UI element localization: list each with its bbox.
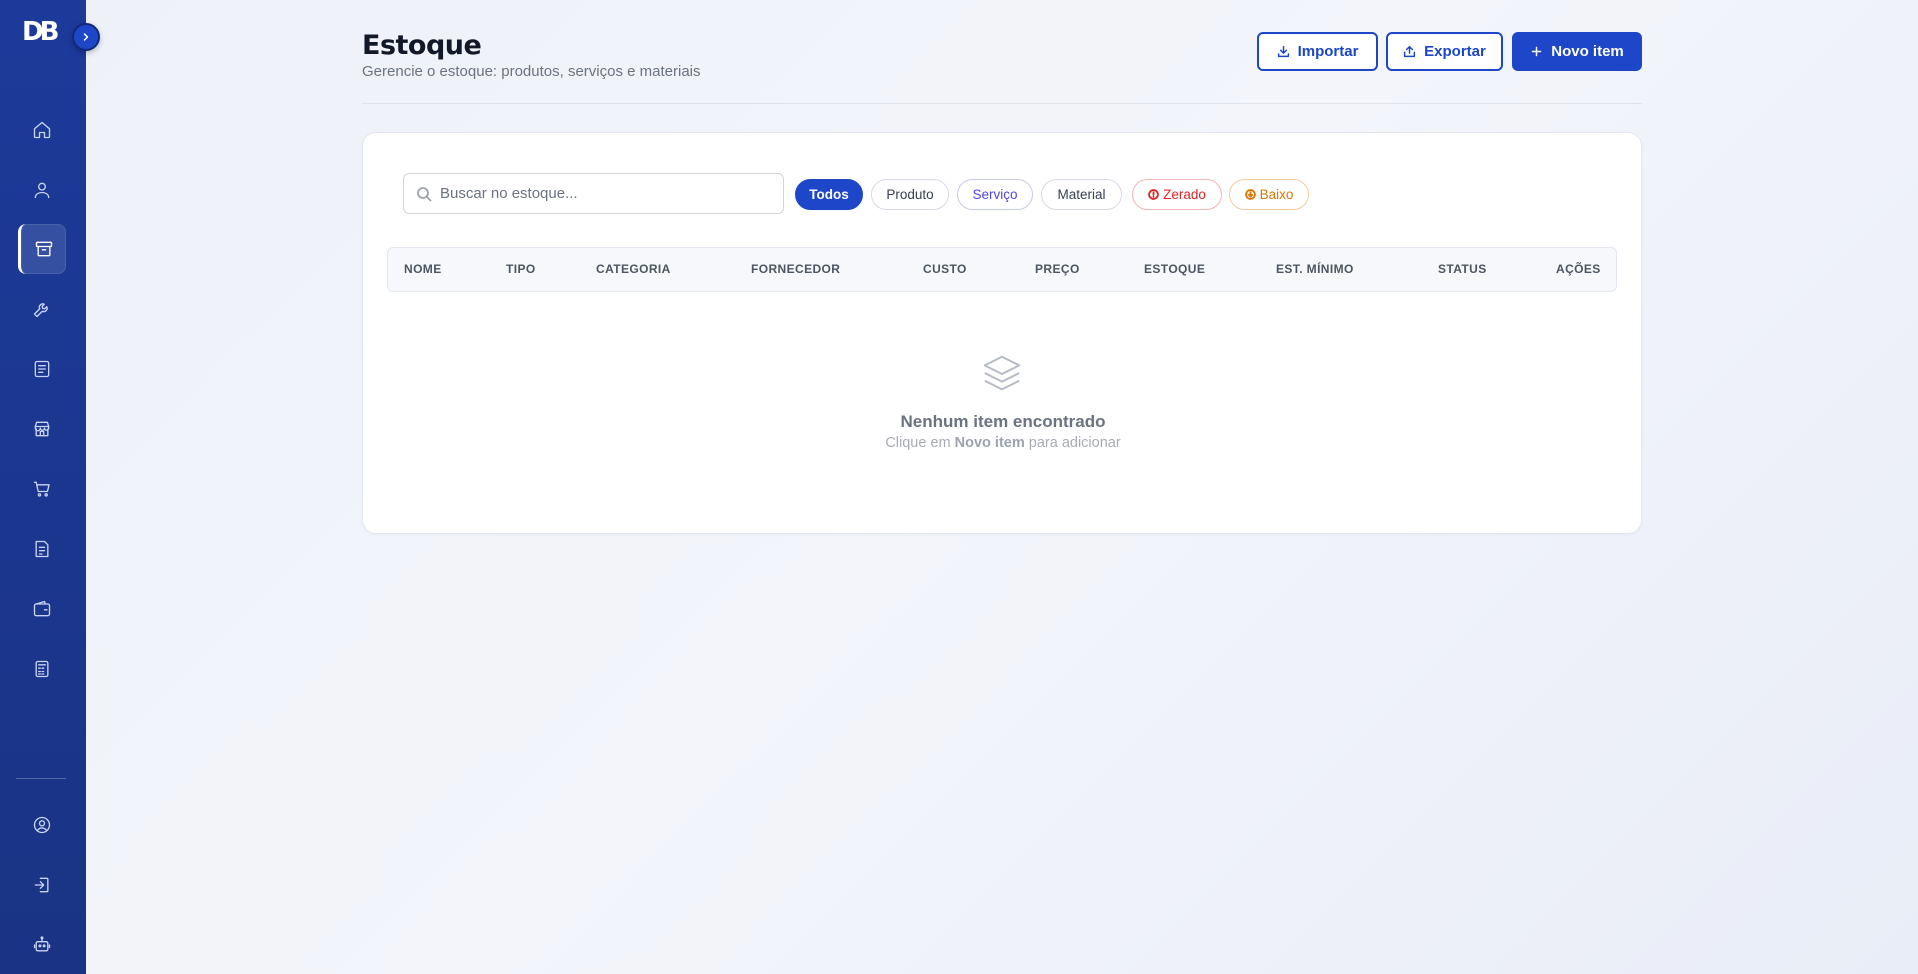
sidebar-item-logout[interactable] (18, 860, 66, 910)
sidebar-toggle-button[interactable] (72, 23, 100, 51)
new-item-button-label: Novo item (1551, 43, 1624, 60)
empty-hint-prefix: Clique em (885, 435, 951, 451)
search-icon (417, 187, 432, 202)
search-input[interactable] (440, 174, 780, 213)
sidebar: DB (0, 0, 86, 974)
sidebar-item-finance[interactable] (18, 584, 66, 634)
column-header[interactable]: CUSTO (923, 248, 967, 291)
empty-hint-strong: Novo item (954, 435, 1025, 451)
filter-baixo[interactable]: Baixo (1229, 179, 1309, 210)
column-header[interactable]: PREÇO (1035, 248, 1080, 291)
empty-state-title: Nenhum item encontrado (900, 412, 1106, 431)
home-icon (33, 121, 51, 139)
import-button-label: Importar (1297, 43, 1359, 60)
search-box[interactable] (403, 173, 784, 214)
column-header[interactable]: FORNECEDOR (751, 248, 840, 291)
cart-icon (33, 481, 50, 497)
report-icon (35, 540, 49, 558)
sidebar-item-stock[interactable] (18, 224, 66, 274)
column-header[interactable]: STATUS (1438, 248, 1487, 291)
new-item-button[interactable]: Novo item (1512, 32, 1642, 71)
list-icon (34, 360, 50, 378)
filter-material-label: Material (1057, 187, 1106, 202)
robot-icon (33, 936, 51, 952)
filter-baixo-label: Baixo (1259, 187, 1294, 202)
sidebar-divider (16, 778, 66, 779)
archive-icon (35, 241, 52, 257)
table-header: NOME TIPO CATEGORIA FORNECEDOR CUSTO PRE… (387, 247, 1617, 292)
sidebar-item-home[interactable] (18, 105, 66, 155)
layers-icon (979, 351, 1025, 397)
page-title: Estoque (362, 30, 482, 61)
sidebar-item-orders[interactable] (18, 344, 66, 394)
column-header[interactable]: CATEGORIA (596, 248, 671, 291)
column-header[interactable]: EST. MÍNIMO (1276, 248, 1354, 291)
wallet-icon (33, 600, 51, 617)
header-divider (362, 103, 1642, 104)
filter-produto-label: Produto (886, 187, 934, 202)
sidebar-item-reports[interactable] (18, 524, 66, 574)
filter-todos[interactable]: Todos (795, 179, 863, 210)
filter-servico[interactable]: Serviço (957, 179, 1033, 210)
logout-icon (34, 877, 49, 893)
download-icon (1277, 45, 1289, 58)
stock-card: Todos Produto Serviço Material Zerado Ba… (362, 132, 1642, 534)
filter-zerado-label: Zerado (1163, 187, 1206, 202)
arrow-down-circle-icon (1244, 189, 1256, 200)
upload-icon (1404, 45, 1416, 58)
sidebar-item-profile[interactable] (18, 800, 66, 850)
sidebar-item-clients[interactable] (18, 165, 66, 215)
alert-circle-icon (1148, 189, 1159, 200)
filter-material[interactable]: Material (1041, 179, 1122, 210)
column-header[interactable]: ESTOQUE (1144, 248, 1205, 291)
column-header[interactable]: NOME (404, 248, 442, 291)
sidebar-item-services[interactable] (18, 284, 66, 334)
user-circle-icon (33, 816, 51, 834)
chevron-right-icon (83, 33, 89, 41)
export-button-label: Exportar (1424, 43, 1486, 60)
app-logo[interactable]: DB (22, 16, 62, 48)
import-button[interactable]: Importar (1257, 32, 1378, 71)
filter-todos-label: Todos (809, 187, 849, 202)
sidebar-item-store[interactable] (18, 404, 66, 454)
plus-icon (1531, 46, 1542, 57)
user-icon (34, 182, 50, 199)
page-subtitle: Gerencie o estoque: produtos, serviços e… (362, 63, 701, 80)
filter-zerado[interactable]: Zerado (1132, 179, 1222, 210)
empty-hint-suffix: para adicionar (1028, 435, 1121, 451)
sidebar-item-assistant[interactable] (18, 920, 66, 970)
filter-servico-label: Serviço (972, 187, 1018, 202)
store-icon (34, 421, 50, 437)
wrench-icon (33, 303, 48, 318)
export-button[interactable]: Exportar (1386, 32, 1503, 71)
column-header: AÇÕES (1556, 262, 1601, 276)
sidebar-item-sales[interactable] (18, 464, 66, 514)
empty-state-hint: Clique em Novo item para adicionar (363, 435, 1643, 451)
column-header[interactable]: TIPO (506, 248, 536, 291)
filter-produto[interactable]: Produto (871, 179, 949, 210)
sidebar-item-calculator[interactable] (18, 644, 66, 694)
calculator-icon (35, 660, 49, 678)
